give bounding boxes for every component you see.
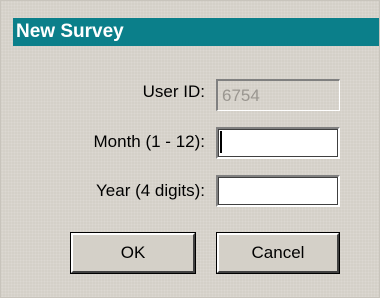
new-survey-dialog: New Survey User ID: Month (1 - 12): Year… xyxy=(0,0,380,298)
month-label: Month (1 - 12): xyxy=(93,132,206,151)
month-field[interactable] xyxy=(216,127,340,159)
year-label: Year (4 digits): xyxy=(96,181,205,200)
ok-button[interactable]: OK xyxy=(71,233,195,273)
text-caret xyxy=(220,131,222,153)
user-id-label: User ID: xyxy=(142,82,205,101)
cancel-button[interactable]: Cancel xyxy=(217,233,339,273)
user-id-field xyxy=(216,79,340,111)
title-bar[interactable]: New Survey xyxy=(13,18,379,46)
dialog-title: New Survey xyxy=(16,21,124,42)
year-field[interactable] xyxy=(216,175,340,207)
